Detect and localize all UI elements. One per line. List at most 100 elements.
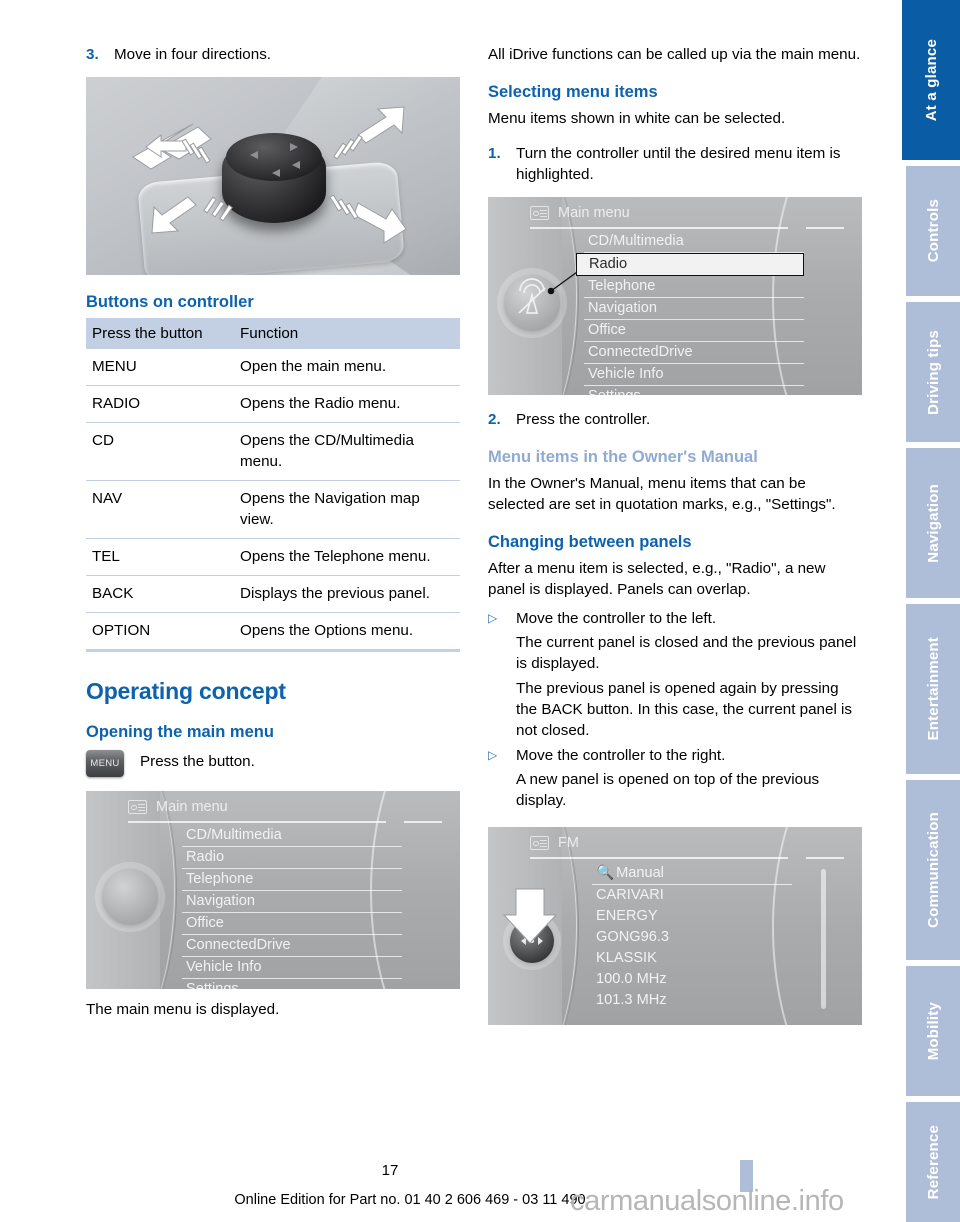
display-header-rule xyxy=(530,857,788,859)
sidebar-tab-navigation[interactable]: Navigation xyxy=(906,448,960,598)
cell-function: Opens the Radio menu. xyxy=(234,385,460,423)
menu-hardware-button[interactable]: MENU xyxy=(86,750,124,777)
bullet-paragraph: The previous panel is opened again by pr… xyxy=(516,680,853,739)
display-menu-item[interactable]: ConnectedDrive xyxy=(584,342,804,364)
table-row: RADIO Opens the Radio menu. xyxy=(86,385,460,423)
sidebar-tab-communication[interactable]: Communication xyxy=(906,780,960,960)
heading-menu-items-owners-manual: Menu items in the Owner's Manual xyxy=(488,448,758,466)
step-number: 1. xyxy=(488,145,501,162)
display-menu-item[interactable]: Vehicle Info xyxy=(182,957,402,979)
display-header-rule-right xyxy=(806,227,844,229)
fm-radio-icon xyxy=(530,836,549,850)
bullet-text: Move the controller to the right. xyxy=(516,747,726,764)
sidebar-tab-controls[interactable]: Controls xyxy=(906,166,960,296)
step-1: 1. Turn the controller until the desired… xyxy=(488,143,862,185)
cell-button: CD xyxy=(86,422,234,481)
heading-buttons-on-controller: Buttons on controller xyxy=(86,293,254,311)
display-menu-item[interactable]: Settings xyxy=(584,386,804,395)
display-menu-item[interactable]: ConnectedDrive xyxy=(182,935,402,957)
bullet-paragraph: The current panel is closed and the prev… xyxy=(516,634,857,672)
tab-label: At a glance xyxy=(922,38,940,122)
sidebar-tab-at-a-glance[interactable]: At a glance xyxy=(902,0,960,160)
page-number: 17 xyxy=(381,1162,399,1179)
display-station-item[interactable]: KLASSIK xyxy=(592,948,792,969)
sidebar-tab-mobility[interactable]: Mobility xyxy=(906,966,960,1096)
triangle-bullet-icon: ▷ xyxy=(488,748,498,762)
display-menu-item-selected[interactable]: Radio xyxy=(576,253,804,276)
sidebar-tab-entertainment[interactable]: Entertainment xyxy=(906,604,960,774)
table-row: MENU Open the main menu. xyxy=(86,349,460,386)
manual-page: 3. Move in four directions. Buttons on c… xyxy=(0,0,960,1222)
display-menu-item[interactable]: Radio xyxy=(182,847,402,869)
display-station-item[interactable]: ENERGY xyxy=(592,906,792,927)
watermark: carmanualsonline.info xyxy=(570,1185,844,1217)
right-column: All iDrive functions can be called up vi… xyxy=(488,44,862,1037)
cell-function: Opens the CD/Multimedia menu. xyxy=(234,422,460,481)
display-header-rule xyxy=(128,821,386,823)
step-number: 3. xyxy=(86,46,99,63)
display-menu-item[interactable]: Navigation xyxy=(584,298,804,320)
display-menu-item[interactable]: CD/Multimedia xyxy=(182,825,402,847)
cell-button: MENU xyxy=(86,349,234,386)
step-text: Move in four directions. xyxy=(114,46,272,63)
selecting-menu-items-text: Menu items shown in white can be selecte… xyxy=(488,110,786,127)
table-row: OPTION Opens the Options menu. xyxy=(86,612,460,652)
display-menu-item[interactable]: Settings xyxy=(182,979,402,989)
display-station-item[interactable]: 100.0 MHz xyxy=(592,969,792,990)
main-menu-icon xyxy=(128,800,147,814)
display-header-rule xyxy=(530,227,788,229)
step-text: Turn the controller until the desired me… xyxy=(516,145,841,183)
display-station-item[interactable]: GONG96.3 xyxy=(592,927,792,948)
display-manual-search-item[interactable]: 🔍 Manual xyxy=(592,863,792,885)
display-menu-item[interactable]: Navigation xyxy=(182,891,402,913)
changing-between-panels-text: After a menu item is selected, e.g., "Ra… xyxy=(488,560,826,598)
display-station-item[interactable]: CARIVARI xyxy=(592,885,792,906)
idrive-display-fm: FM 🔍 Manual CARIVARI ENERGY GONG96.3 KLA… xyxy=(488,827,862,1025)
heading-selecting-menu-items: Selecting menu items xyxy=(488,83,658,101)
display-header-rule-right xyxy=(404,821,442,823)
cell-function: Opens the Options menu. xyxy=(234,612,460,652)
table-row: NAV Opens the Navigation map view. xyxy=(86,480,460,539)
display-menu-item[interactable]: Telephone xyxy=(182,869,402,891)
bullet-paragraph: A new panel is opened on top of the prev… xyxy=(516,771,820,809)
heading-changing-between-panels: Changing between panels xyxy=(488,533,692,551)
main-menu-icon xyxy=(530,206,549,220)
direction-arrows-icon xyxy=(132,106,407,244)
bullet-text: Move the controller to the left. xyxy=(516,610,717,627)
display-header: Main menu xyxy=(530,205,630,221)
table-row: BACK Displays the previous panel. xyxy=(86,575,460,613)
display-station-list: 🔍 Manual CARIVARI ENERGY GONG96.3 KLASSI… xyxy=(592,863,792,1011)
bullet-item: ▷ Move the controller to the left. xyxy=(488,608,862,629)
menu-items-owners-manual-text: In the Owner's Manual, menu items that c… xyxy=(488,475,836,513)
display-menu-item[interactable]: Vehicle Info xyxy=(584,364,804,386)
cell-button: BACK xyxy=(86,575,234,613)
search-icon: 🔍 xyxy=(596,865,615,881)
cell-button: NAV xyxy=(86,480,234,539)
display-menu-item[interactable]: Telephone xyxy=(584,276,804,298)
display-station-item[interactable]: 101.3 MHz xyxy=(592,990,792,1011)
tab-label: Mobility xyxy=(924,1001,942,1061)
tab-label: Controls xyxy=(924,199,942,263)
press-menu-button-row: MENU Press the button. xyxy=(86,748,460,777)
display-title: FM xyxy=(558,835,579,851)
tab-label: Entertainment xyxy=(924,637,942,741)
display-menu-item[interactable]: CD/Multimedia xyxy=(584,231,804,253)
heading-opening-main-menu: Opening the main menu xyxy=(86,723,274,741)
cell-function: Opens the Telephone menu. xyxy=(234,538,460,576)
heading-operating-concept: Operating concept xyxy=(86,678,286,704)
tab-label: Navigation xyxy=(924,483,942,563)
step-2: 2. Press the controller. xyxy=(488,409,862,430)
sidebar-tab-driving-tips[interactable]: Driving tips xyxy=(906,302,960,442)
display-menu-item[interactable]: Office xyxy=(584,320,804,342)
controller-photo xyxy=(86,77,460,275)
cell-function: Displays the previous panel. xyxy=(234,575,460,613)
display-scrollbar[interactable] xyxy=(821,869,826,1009)
table-header-button: Press the button xyxy=(86,318,234,349)
step-text: Press the controller. xyxy=(516,411,651,428)
triangle-bullet-icon: ▷ xyxy=(488,611,498,625)
display-title: Main menu xyxy=(558,205,630,221)
display-header: FM xyxy=(530,835,579,851)
table-header-row: Press the button Function xyxy=(86,318,460,349)
step-number: 2. xyxy=(488,411,501,428)
display-menu-item[interactable]: Office xyxy=(182,913,402,935)
